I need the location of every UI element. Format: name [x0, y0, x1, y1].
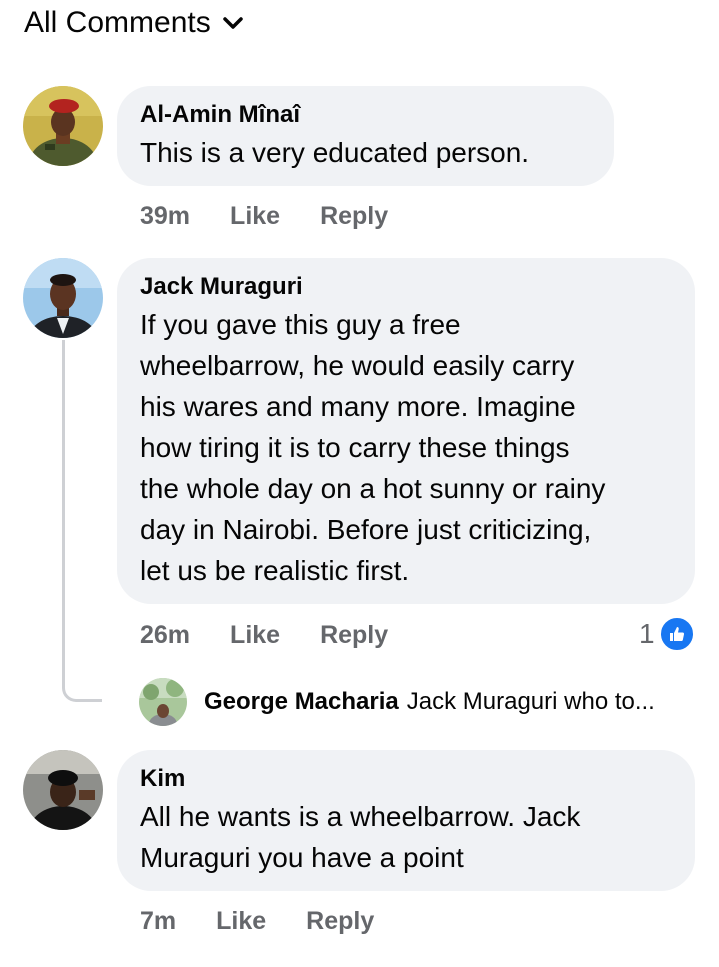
comment-meta-row: 7m Like Reply [140, 907, 374, 936]
reply-snippet: Jack Muraguri who to... [406, 688, 655, 715]
comment-bubble[interactable]: Kim All he wants is a wheelbarrow. Jack … [117, 750, 695, 891]
like-button[interactable]: Like [216, 907, 266, 936]
reply-button[interactable]: Reply [306, 907, 374, 936]
filter-label: All Comments [24, 6, 211, 39]
reply-author[interactable]: George Macharia [204, 688, 399, 716]
like-button[interactable]: Like [230, 202, 280, 231]
comment-meta-row: 26m Like Reply [140, 621, 388, 650]
chevron-down-icon [222, 17, 243, 29]
reply-button[interactable]: Reply [320, 202, 388, 231]
avatar-al-amin[interactable] [23, 86, 103, 166]
comment-text-line: This is a very educated person. [140, 137, 530, 168]
comment-text-line: If you gave this guy a free [140, 309, 461, 340]
comment-text-line: Muraguri you have a point [140, 842, 464, 873]
reply-button[interactable]: Reply [320, 621, 388, 650]
avatar-jack-muraguri[interactable] [23, 258, 103, 338]
comment-bubble[interactable]: Al-Amin Mînaî This is a very educated pe… [117, 86, 614, 186]
comment-text-line: day in Nairobi. Before just criticizing, [140, 514, 592, 545]
reaction-count: 1 [639, 618, 655, 649]
comment-text-line: his wares and many more. Imagine [140, 391, 576, 422]
comment-text-line: the whole day on a hot sunny or rainy [140, 473, 606, 504]
comment-meta-row: 39m Like Reply [140, 202, 388, 231]
reaction-summary[interactable]: 1 [639, 616, 695, 652]
avatar-kim[interactable] [23, 750, 103, 830]
like-button[interactable]: Like [230, 621, 280, 650]
comment-timestamp[interactable]: 39m [140, 202, 190, 231]
comment-bubble[interactable]: Jack Muraguri If you gave this guy a fre… [117, 258, 695, 604]
reply-preview[interactable]: George Macharia Jack Muraguri who to... [204, 688, 655, 716]
comment-filter-dropdown[interactable]: All Comments [24, 6, 243, 40]
comment-text-line: All he wants is a wheelbarrow. Jack [140, 801, 581, 832]
comment-author[interactable]: Al-Amin Mînaî [140, 100, 590, 130]
comment-text-line: wheelbarrow, he would easily carry [140, 350, 575, 381]
comment-author[interactable]: Jack Muraguri [140, 272, 671, 302]
comment-timestamp[interactable]: 7m [140, 907, 176, 936]
thread-connector-line [62, 340, 102, 702]
comment-text-line: let us be realistic first. [140, 555, 410, 586]
avatar-george-macharia[interactable] [139, 678, 187, 726]
comment-text-line: how tiring it is to carry these things [140, 432, 570, 463]
like-thumb-icon [658, 616, 695, 652]
comment-author[interactable]: Kim [140, 764, 671, 794]
comment-timestamp[interactable]: 26m [140, 621, 190, 650]
